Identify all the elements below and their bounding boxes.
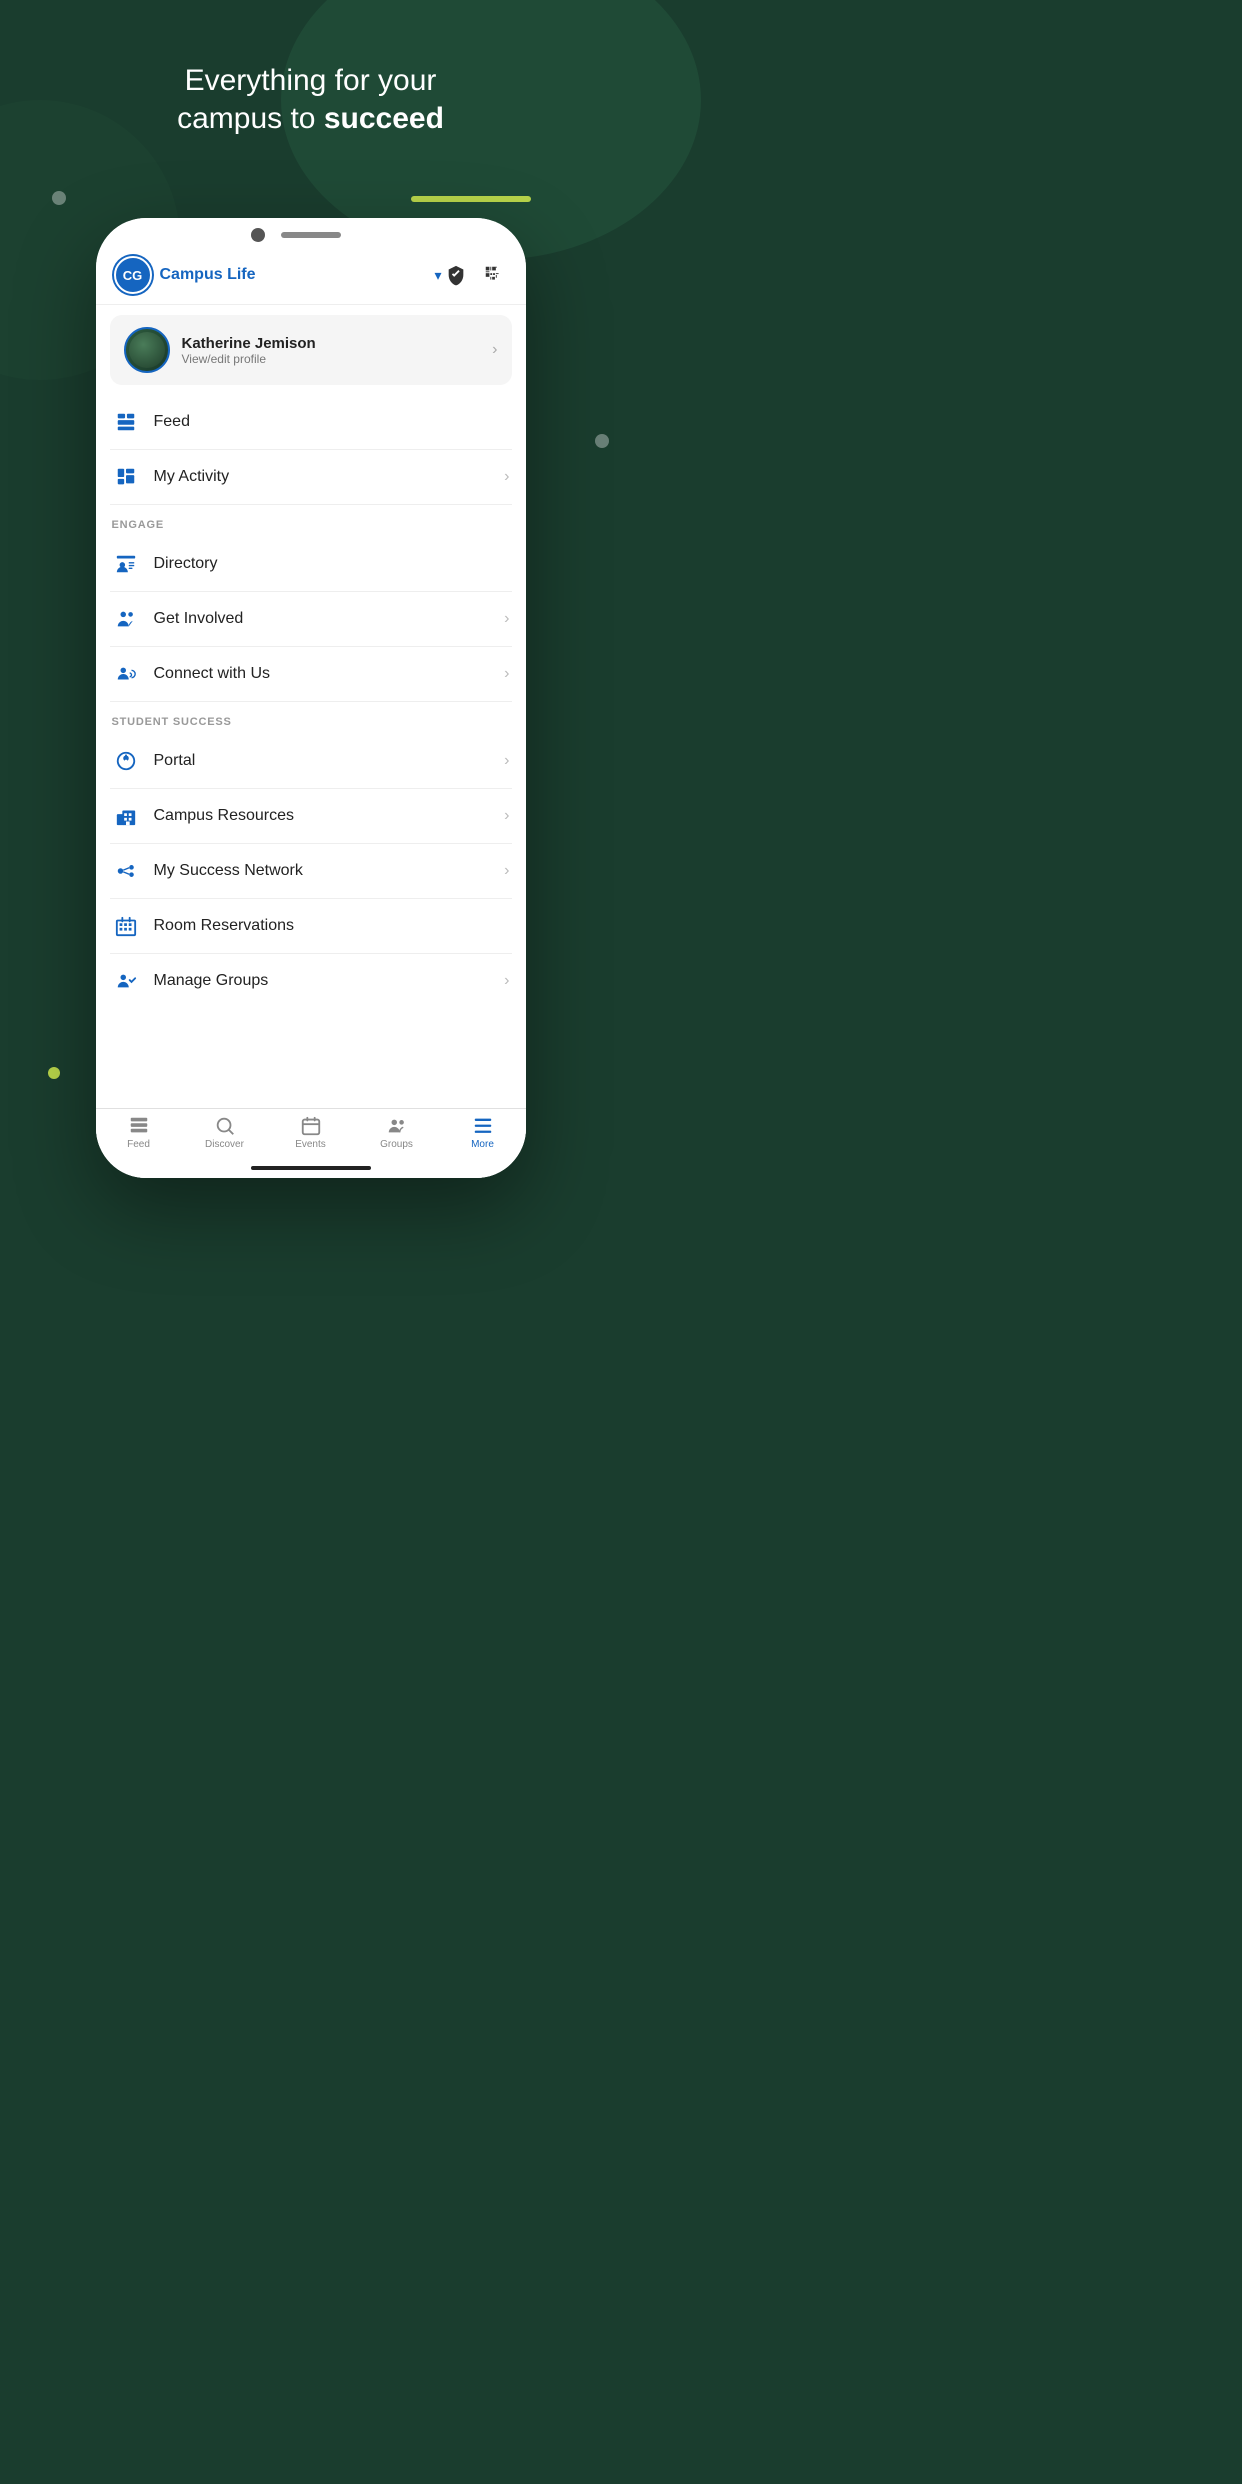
menu-item-manage-groups[interactable]: Manage Groups › bbox=[110, 954, 512, 1008]
bg-dot-2 bbox=[595, 434, 609, 448]
nav-discover-label: Discover bbox=[205, 1139, 244, 1150]
phone-speaker bbox=[281, 232, 341, 238]
resources-label: Campus Resources bbox=[154, 807, 505, 825]
profile-chevron-icon: › bbox=[492, 341, 497, 359]
home-indicator bbox=[96, 1158, 526, 1178]
profile-info: Katherine Jemison View/edit profile bbox=[182, 335, 493, 366]
nav-more[interactable]: More bbox=[440, 1115, 526, 1150]
nav-feed-label: Feed bbox=[127, 1139, 150, 1150]
resources-icon bbox=[112, 802, 140, 830]
menu-item-resources[interactable]: Campus Resources › bbox=[110, 789, 512, 844]
profile-subtitle: View/edit profile bbox=[182, 352, 493, 366]
menu-item-activity[interactable]: My Activity › bbox=[110, 450, 512, 505]
nav-feed-icon bbox=[126, 1115, 152, 1137]
portal-icon bbox=[112, 747, 140, 775]
menu-item-rooms[interactable]: Room Reservations bbox=[110, 899, 512, 954]
feed-label: Feed bbox=[154, 413, 510, 431]
involved-label: Get Involved bbox=[154, 610, 505, 628]
activity-chevron-icon: › bbox=[504, 468, 509, 486]
menu-item-connect[interactable]: Connect with Us › bbox=[110, 647, 512, 702]
shield-icon[interactable] bbox=[442, 261, 470, 289]
hero-line1: Everything for your bbox=[40, 62, 581, 100]
phone-camera bbox=[251, 228, 265, 242]
directory-icon bbox=[112, 550, 140, 578]
nav-more-icon bbox=[470, 1115, 496, 1137]
app-content: CG Campus Life ▾ bbox=[96, 246, 526, 1178]
menu-item-portal[interactable]: Portal › bbox=[110, 734, 512, 789]
activity-label: My Activity bbox=[154, 468, 505, 486]
nav-groups-label: Groups bbox=[380, 1139, 413, 1150]
nav-discover[interactable]: Discover bbox=[182, 1115, 268, 1150]
manage-groups-icon bbox=[112, 967, 140, 995]
app-logo: CG bbox=[114, 256, 152, 294]
app-title[interactable]: Campus Life bbox=[160, 266, 431, 284]
home-bar bbox=[251, 1166, 371, 1170]
menu-item-feed[interactable]: Feed bbox=[110, 395, 512, 450]
nav-events-icon bbox=[298, 1115, 324, 1137]
header-icons bbox=[442, 261, 508, 289]
app-header: CG Campus Life ▾ bbox=[96, 246, 526, 305]
title-chevron-icon[interactable]: ▾ bbox=[434, 267, 441, 284]
menu-item-network[interactable]: My Success Network › bbox=[110, 844, 512, 899]
connect-label: Connect with Us bbox=[154, 665, 505, 683]
avatar-image bbox=[129, 332, 165, 368]
section-student-success: STUDENT SUCCESS bbox=[110, 702, 512, 734]
phone-mockup: CG Campus Life ▾ bbox=[96, 218, 526, 1178]
activity-icon bbox=[112, 463, 140, 491]
phone-top-bar bbox=[96, 218, 526, 246]
hero-underline bbox=[411, 196, 531, 202]
involved-icon bbox=[112, 605, 140, 633]
menu-item-directory[interactable]: Directory bbox=[110, 537, 512, 592]
directory-label: Directory bbox=[154, 555, 510, 573]
nav-feed[interactable]: Feed bbox=[96, 1115, 182, 1150]
nav-discover-icon bbox=[212, 1115, 238, 1137]
network-label: My Success Network bbox=[154, 862, 505, 880]
network-chevron-icon: › bbox=[504, 862, 509, 880]
connect-icon bbox=[112, 660, 140, 688]
bottom-nav: Feed Discover bbox=[96, 1108, 526, 1158]
portal-chevron-icon: › bbox=[504, 752, 509, 770]
manage-groups-label: Manage Groups bbox=[154, 972, 505, 990]
bg-dot-3 bbox=[48, 1067, 60, 1079]
involved-chevron-icon: › bbox=[504, 610, 509, 628]
avatar bbox=[124, 327, 170, 373]
section-engage: ENGAGE bbox=[110, 505, 512, 537]
feed-icon bbox=[112, 408, 140, 436]
profile-card[interactable]: Katherine Jemison View/edit profile › bbox=[110, 315, 512, 385]
nav-groups[interactable]: Groups bbox=[354, 1115, 440, 1150]
menu-list: Feed My Activity › ENGAGE bbox=[96, 395, 526, 1108]
network-icon bbox=[112, 857, 140, 885]
connect-chevron-icon: › bbox=[504, 665, 509, 683]
resources-chevron-icon: › bbox=[504, 807, 509, 825]
profile-name: Katherine Jemison bbox=[182, 335, 493, 352]
nav-more-label: More bbox=[471, 1139, 494, 1150]
nav-groups-icon bbox=[384, 1115, 410, 1137]
nav-events[interactable]: Events bbox=[268, 1115, 354, 1150]
nav-events-label: Events bbox=[295, 1139, 326, 1150]
rooms-label: Room Reservations bbox=[154, 917, 510, 935]
rooms-icon bbox=[112, 912, 140, 940]
bg-dot-1 bbox=[52, 191, 66, 205]
hero-line2: campus to succeed bbox=[40, 100, 581, 138]
qr-icon[interactable] bbox=[480, 261, 508, 289]
hero-section: Everything for your campus to succeed bbox=[0, 62, 621, 137]
manage-groups-chevron-icon: › bbox=[504, 972, 509, 990]
portal-label: Portal bbox=[154, 752, 505, 770]
menu-item-involved[interactable]: Get Involved › bbox=[110, 592, 512, 647]
